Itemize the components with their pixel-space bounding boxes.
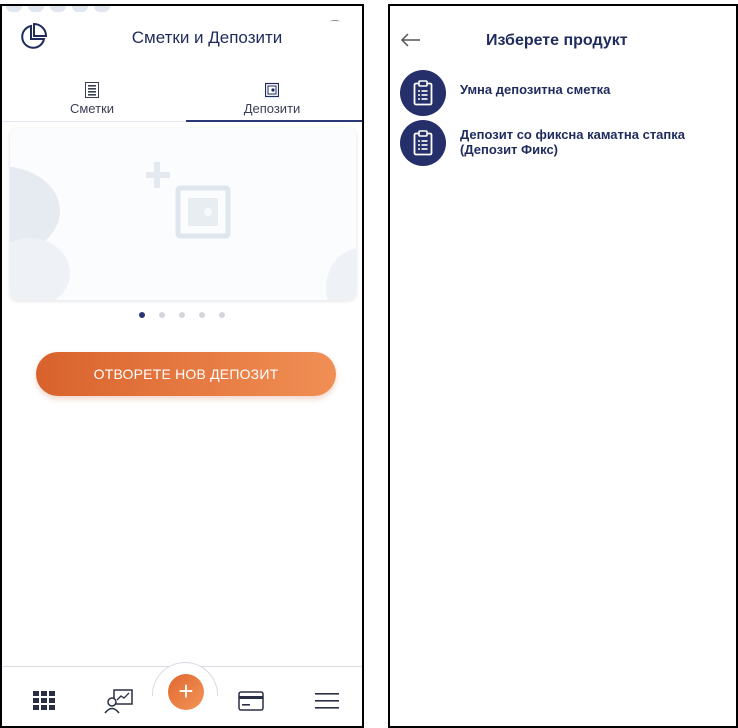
active-tab-indicator [186,120,362,122]
plus-icon[interactable]: + [168,674,204,710]
empty-deposit-card[interactable] [10,128,356,300]
pie-chart-icon[interactable] [18,22,48,52]
decor-blob [10,238,70,300]
accounts-deposits-screen: Сметки и Депозити Сметки Депозити ОТВОРЕ… [0,4,364,728]
status-mark [330,20,340,23]
safe-icon [265,82,279,98]
list-icon [85,82,99,98]
product-label: Депозит со фиксна каматна стапка (Депози… [460,127,685,157]
clipboard-icon [413,130,433,156]
grid-icon[interactable] [30,688,60,714]
tab-deposits-label: Депозити [243,101,301,116]
carousel-dots [2,312,362,318]
carousel-dot[interactable] [139,312,145,318]
tab-deposits[interactable]: Депозити [182,76,362,122]
tab-accounts[interactable]: Сметки [2,76,182,122]
menu-icon[interactable] [312,688,342,714]
decor-blob [326,248,356,300]
carousel-dot[interactable] [219,312,225,318]
page-title: Сметки и Депозити [131,28,283,47]
carousel-dot[interactable] [159,312,165,318]
carousel-dot[interactable] [179,312,185,318]
choose-product-screen: Изберете продукт Умна депозитна сметка Д… [388,4,738,728]
open-new-deposit-button[interactable]: ОТВОРЕТЕ НОВ ДЕПОЗИТ [36,352,336,396]
card-icon[interactable] [236,688,266,714]
product-label: Умна депозитна сметка [460,82,611,97]
product-item[interactable]: Умна депозитна сметка [400,70,726,116]
product-icon-circle [400,70,446,116]
carousel-dot[interactable] [199,312,205,318]
status-dots [6,6,110,12]
product-item[interactable]: Депозит со фиксна каматна стапка (Депози… [400,120,726,166]
add-safe-icon [146,162,231,239]
clipboard-icon [413,80,433,106]
tab-bar: Сметки Депозити [2,76,362,122]
tab-accounts-label: Сметки [69,101,115,116]
back-arrow-icon[interactable] [400,32,422,48]
page-title: Изберете продукт [486,32,628,49]
transfer-icon[interactable] [104,688,134,714]
product-icon-circle [400,120,446,166]
